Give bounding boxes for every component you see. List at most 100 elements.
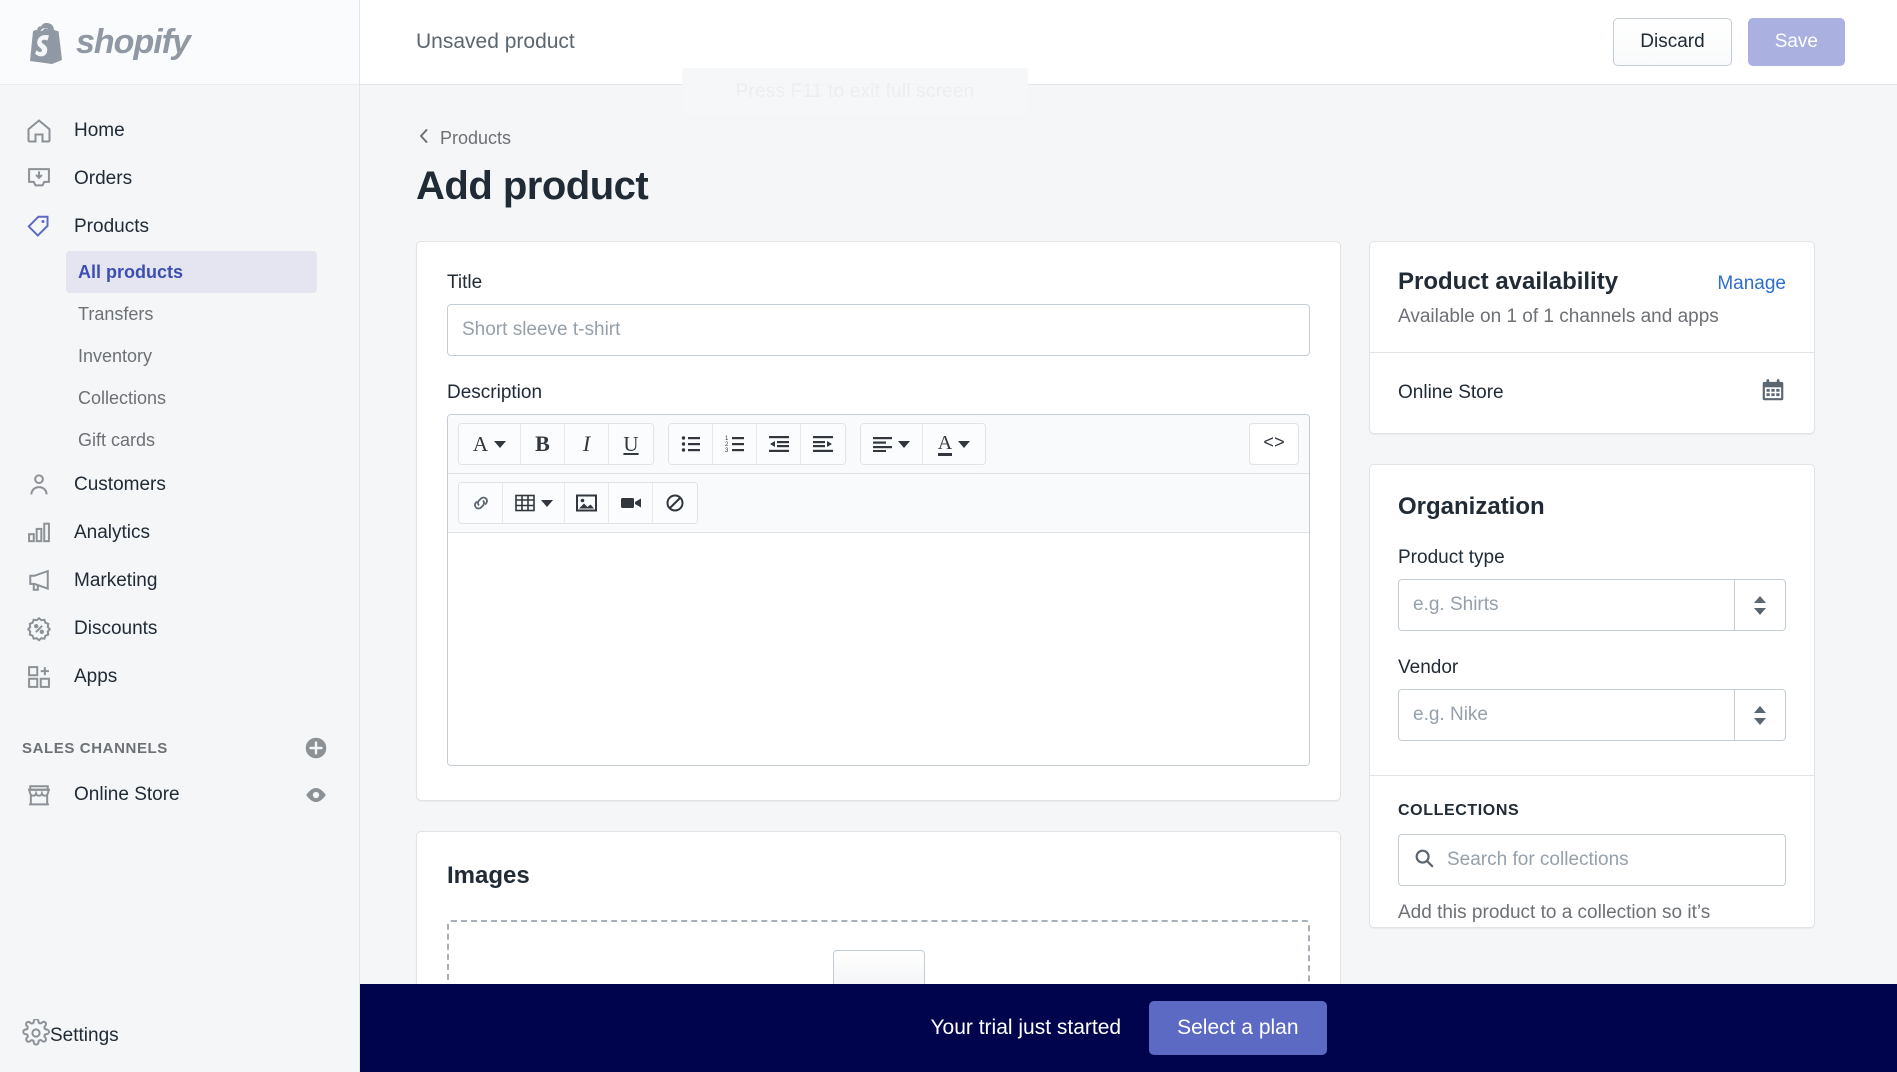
- calendar-icon[interactable]: [1760, 377, 1786, 409]
- clear-formatting-icon[interactable]: [653, 483, 697, 523]
- breadcrumb-label: Products: [440, 128, 512, 148]
- indent-icon[interactable]: [801, 424, 845, 464]
- product-type-select[interactable]: e.g. Shirts: [1398, 579, 1786, 631]
- outdent-icon[interactable]: [757, 424, 801, 464]
- text-color-icon[interactable]: A: [923, 424, 985, 464]
- sidebar-subitem-gift-cards[interactable]: Gift cards: [0, 419, 347, 461]
- sidebar-subitem-transfers[interactable]: Transfers: [0, 293, 347, 335]
- editor-toolbar-row-1: A B I U 1 2 3 A <>: [448, 415, 1309, 474]
- sales-channels-label: SALES CHANNELS: [22, 739, 168, 757]
- editor-toolbar-row-2: [448, 474, 1309, 533]
- apps-grid-plus-icon: [22, 660, 56, 694]
- sidebar-item-products[interactable]: Products: [0, 203, 359, 251]
- vendor-stepper-icon[interactable]: [1734, 689, 1786, 741]
- storefront-icon: [22, 778, 56, 812]
- customers-person-icon: [22, 468, 56, 502]
- collections-search-input[interactable]: Search for collections: [1398, 834, 1786, 886]
- sidebar-item-marketing[interactable]: Marketing: [0, 557, 359, 605]
- insert-video-icon[interactable]: [609, 483, 653, 523]
- font-style-icon[interactable]: A: [459, 424, 521, 464]
- availability-title: Product availability: [1398, 268, 1619, 295]
- manage-availability-link[interactable]: Manage: [1717, 273, 1786, 295]
- chevron-down-icon: [898, 440, 910, 448]
- discard-button[interactable]: Discard: [1613, 18, 1732, 66]
- sidebar-subitem-label: Collections: [78, 387, 167, 408]
- main-area: Unsaved product Discard Save Press F11 t…: [360, 0, 1897, 1072]
- sidebar-subitem-label: Gift cards: [78, 429, 156, 450]
- organization-card: Organization Product type e.g. Shirts Ve…: [1369, 464, 1815, 928]
- trial-banner-text: Your trial just started: [930, 1016, 1122, 1039]
- content-columns: Title Description A: [416, 241, 1841, 1072]
- chevron-down-icon: [494, 440, 507, 448]
- sidebar-item-apps[interactable]: Apps: [0, 653, 359, 701]
- page-scroll-area: Products Add product Title Description: [360, 85, 1897, 1072]
- sidebar-item-label: Marketing: [74, 570, 158, 591]
- availability-subtitle: Available on 1 of 1 channels and apps: [1398, 306, 1719, 327]
- font-style-glyph: A: [472, 431, 489, 456]
- brand-logo[interactable]: shopify: [0, 0, 359, 85]
- products-tag-icon: [22, 210, 56, 244]
- sidebar-item-discounts[interactable]: Discounts: [0, 605, 359, 653]
- chevron-down-icon: [540, 499, 553, 507]
- eye-icon[interactable]: [303, 782, 329, 808]
- images-card-title: Images: [447, 862, 530, 889]
- select-a-plan-button[interactable]: Select a plan: [1149, 1001, 1327, 1055]
- sidebar-item-label: Products: [74, 216, 149, 237]
- availability-row-online-store[interactable]: Online Store: [1370, 353, 1814, 433]
- plus-circle-icon[interactable]: [303, 735, 329, 761]
- numbered-list-icon[interactable]: 1 2 3: [713, 424, 757, 464]
- sidebar-subitem-label: Transfers: [78, 303, 154, 324]
- product-type-value[interactable]: e.g. Shirts: [1398, 579, 1734, 631]
- bold-glyph: B: [535, 431, 550, 456]
- bulleted-list-icon[interactable]: [669, 424, 713, 464]
- description-field-label: Description: [447, 382, 543, 403]
- text-color-glyph: A: [937, 431, 953, 456]
- save-button[interactable]: Save: [1747, 18, 1845, 66]
- editor-toolbar-group-insert: [458, 482, 698, 524]
- vendor-select[interactable]: e.g. Nike: [1398, 689, 1786, 741]
- vendor-label: Vendor: [1398, 657, 1459, 678]
- sidebar-subitem-all-products[interactable]: All products: [66, 251, 317, 293]
- collections-label: COLLECTIONS: [1398, 802, 1520, 819]
- topbar: Unsaved product Discard Save: [360, 0, 1897, 85]
- bold-icon[interactable]: B: [521, 424, 565, 464]
- code-view-icon[interactable]: <>: [1249, 423, 1299, 465]
- sidebar-item-customers[interactable]: Customers: [0, 461, 359, 509]
- sidebar-item-home[interactable]: Home: [0, 107, 359, 155]
- underline-icon[interactable]: U: [609, 424, 653, 464]
- sidebar-item-label: Home: [74, 120, 125, 141]
- link-icon[interactable]: [459, 483, 503, 523]
- description-editor-body[interactable]: [448, 533, 1309, 765]
- italic-icon[interactable]: I: [565, 424, 609, 464]
- product-details-card: Title Description A: [416, 241, 1341, 801]
- vendor-value[interactable]: e.g. Nike: [1398, 689, 1734, 741]
- sidebar-item-label: Online Store: [74, 784, 180, 805]
- product-type-label: Product type: [1398, 547, 1505, 568]
- trial-banner: Your trial just started Select a plan: [360, 984, 1897, 1072]
- analytics-bars-icon: [22, 516, 56, 550]
- sidebar-item-label: Analytics: [74, 522, 151, 543]
- product-type-stepper-icon[interactable]: [1734, 579, 1786, 631]
- insert-image-icon[interactable]: [565, 483, 609, 523]
- underline-glyph: U: [623, 431, 639, 456]
- svg-text:3: 3: [725, 448, 729, 453]
- sidebar-subitem-inventory[interactable]: Inventory: [0, 335, 347, 377]
- collections-search-placeholder: Search for collections: [1447, 849, 1629, 870]
- sidebar-subitem-collections[interactable]: Collections: [0, 377, 347, 419]
- collections-section: COLLECTIONS Search for collections Add t…: [1370, 775, 1814, 927]
- text-align-icon[interactable]: [861, 424, 923, 464]
- sidebar-item-online-store[interactable]: Online Store: [0, 771, 359, 819]
- sidebar-subitem-label: All products: [78, 261, 184, 282]
- discounts-percent-icon: [22, 612, 56, 646]
- sidebar-item-analytics[interactable]: Analytics: [0, 509, 359, 557]
- sidebar-item-orders[interactable]: Orders: [0, 155, 359, 203]
- sidebar-item-label: Orders: [74, 168, 133, 189]
- availability-channel-label: Online Store: [1398, 382, 1504, 403]
- breadcrumb[interactable]: Products: [416, 127, 1841, 150]
- page-title: Add product: [416, 164, 649, 208]
- chevron-down-icon: [958, 440, 971, 448]
- sidebar-item-settings[interactable]: Settings: [0, 1000, 359, 1072]
- chevron-left-icon: [416, 127, 432, 150]
- title-input[interactable]: [447, 304, 1310, 356]
- table-icon[interactable]: [503, 483, 565, 523]
